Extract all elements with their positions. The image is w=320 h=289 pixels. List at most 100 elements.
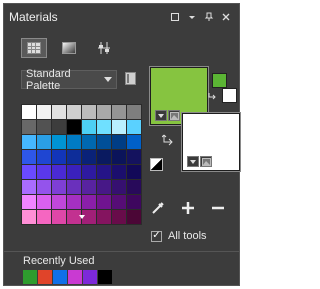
palette-swatch[interactable] bbox=[52, 135, 66, 149]
palette-swatch[interactable] bbox=[52, 120, 66, 134]
palette-swatch[interactable] bbox=[82, 105, 96, 119]
palette-swatch[interactable] bbox=[82, 195, 96, 209]
palette-swatch[interactable] bbox=[97, 180, 111, 194]
palette-swatch[interactable] bbox=[112, 210, 126, 224]
palette-swatch[interactable] bbox=[112, 150, 126, 164]
recent-swatch[interactable] bbox=[83, 270, 97, 284]
palette-swatch[interactable] bbox=[37, 165, 51, 179]
palette-swatch[interactable] bbox=[37, 150, 51, 164]
palette-swatch[interactable] bbox=[112, 120, 126, 134]
palette-swatch[interactable] bbox=[97, 120, 111, 134]
recent-swatch[interactable] bbox=[98, 270, 112, 284]
palette-swatch[interactable] bbox=[112, 180, 126, 194]
more-swatches-arrow-icon[interactable] bbox=[79, 215, 85, 219]
mini-background-swatch[interactable] bbox=[222, 88, 237, 103]
reset-colors-icon[interactable] bbox=[150, 158, 163, 171]
palette-swatch[interactable] bbox=[82, 180, 96, 194]
all-tools-option[interactable]: ✓ All tools bbox=[151, 230, 207, 242]
palette-swatch[interactable] bbox=[97, 165, 111, 179]
palette-swatch[interactable] bbox=[97, 150, 111, 164]
tab-mixer[interactable] bbox=[91, 38, 117, 58]
restore-icon[interactable] bbox=[170, 12, 180, 22]
palette-book-icon[interactable] bbox=[125, 72, 136, 85]
palette-swatch[interactable] bbox=[82, 135, 96, 149]
palette-swatch[interactable] bbox=[112, 195, 126, 209]
palette-swatch[interactable] bbox=[97, 195, 111, 209]
palette-swatch[interactable] bbox=[22, 120, 36, 134]
palette-swatch[interactable] bbox=[37, 180, 51, 194]
remove-icon[interactable] bbox=[209, 200, 227, 218]
palette-swatch[interactable] bbox=[22, 195, 36, 209]
palette-swatch[interactable] bbox=[52, 180, 66, 194]
palette-swatch[interactable] bbox=[112, 135, 126, 149]
eyedropper-icon[interactable] bbox=[149, 200, 167, 218]
swap-colors-icon[interactable] bbox=[161, 134, 174, 149]
palette-swatch[interactable] bbox=[127, 210, 141, 224]
panel-title: Materials bbox=[9, 10, 58, 24]
foreground-menu-icon[interactable] bbox=[155, 110, 167, 121]
palette-swatch[interactable] bbox=[37, 105, 51, 119]
tool-row bbox=[149, 200, 227, 218]
palette-swatch[interactable] bbox=[97, 105, 111, 119]
palette-swatch[interactable] bbox=[82, 120, 96, 134]
palette-swatch[interactable] bbox=[37, 210, 51, 224]
palette-swatch[interactable] bbox=[37, 135, 51, 149]
palette-swatch[interactable] bbox=[112, 165, 126, 179]
recent-swatch[interactable] bbox=[38, 270, 52, 284]
title-buttons bbox=[170, 12, 231, 22]
recent-swatch[interactable] bbox=[23, 270, 37, 284]
gradient-icon bbox=[62, 42, 76, 54]
palette-swatch[interactable] bbox=[22, 150, 36, 164]
palette-swatch[interactable] bbox=[67, 195, 81, 209]
recent-swatch[interactable] bbox=[68, 270, 82, 284]
palette-swatch[interactable] bbox=[67, 150, 81, 164]
palette-swatch[interactable] bbox=[22, 165, 36, 179]
mini-foreground-swatch[interactable] bbox=[212, 73, 227, 88]
palette-swatch[interactable] bbox=[52, 165, 66, 179]
palette-dropdown[interactable]: Standard Palette bbox=[21, 68, 117, 92]
tab-swatches[interactable] bbox=[21, 38, 47, 58]
palette-swatch[interactable] bbox=[37, 195, 51, 209]
palette-swatch[interactable] bbox=[97, 135, 111, 149]
swap-mini-colors-icon[interactable] bbox=[208, 92, 217, 103]
materials-panel: Materials Standard Palette ✓ All tools R… bbox=[3, 3, 240, 286]
palette-swatch[interactable] bbox=[127, 165, 141, 179]
palette-swatch[interactable] bbox=[67, 105, 81, 119]
background-texture-icon[interactable] bbox=[200, 156, 212, 167]
palette-swatch[interactable] bbox=[127, 195, 141, 209]
close-icon[interactable] bbox=[221, 12, 231, 22]
background-color-box[interactable] bbox=[182, 113, 240, 171]
palette-swatch[interactable] bbox=[127, 135, 141, 149]
palette-swatch[interactable] bbox=[112, 105, 126, 119]
palette-swatch[interactable] bbox=[52, 195, 66, 209]
foreground-texture-icon[interactable] bbox=[168, 110, 180, 121]
palette-swatch[interactable] bbox=[22, 210, 36, 224]
palette-swatch[interactable] bbox=[22, 105, 36, 119]
palette-swatch[interactable] bbox=[67, 120, 81, 134]
palette-swatch[interactable] bbox=[127, 120, 141, 134]
palette-swatch[interactable] bbox=[22, 135, 36, 149]
recently-used-swatches bbox=[23, 270, 112, 284]
recent-swatch[interactable] bbox=[53, 270, 67, 284]
palette-swatch[interactable] bbox=[82, 150, 96, 164]
palette-swatch[interactable] bbox=[52, 210, 66, 224]
palette-swatch[interactable] bbox=[82, 165, 96, 179]
background-menu-icon[interactable] bbox=[187, 156, 199, 167]
palette-swatch[interactable] bbox=[127, 150, 141, 164]
palette-swatch[interactable] bbox=[67, 135, 81, 149]
tab-gradient[interactable] bbox=[56, 38, 82, 58]
palette-swatch[interactable] bbox=[127, 105, 141, 119]
palette-swatch[interactable] bbox=[37, 120, 51, 134]
add-icon[interactable] bbox=[179, 200, 197, 218]
background-box-buttons bbox=[187, 156, 212, 167]
palette-swatch[interactable] bbox=[127, 180, 141, 194]
palette-swatch[interactable] bbox=[67, 180, 81, 194]
palette-swatch[interactable] bbox=[22, 180, 36, 194]
palette-swatch[interactable] bbox=[67, 165, 81, 179]
pin-icon[interactable] bbox=[204, 12, 214, 22]
all-tools-checkbox[interactable]: ✓ bbox=[151, 230, 162, 242]
palette-swatch[interactable] bbox=[52, 150, 66, 164]
palette-swatch[interactable] bbox=[97, 210, 111, 224]
palette-swatch[interactable] bbox=[52, 105, 66, 119]
menu-chevron-icon[interactable] bbox=[187, 12, 197, 22]
